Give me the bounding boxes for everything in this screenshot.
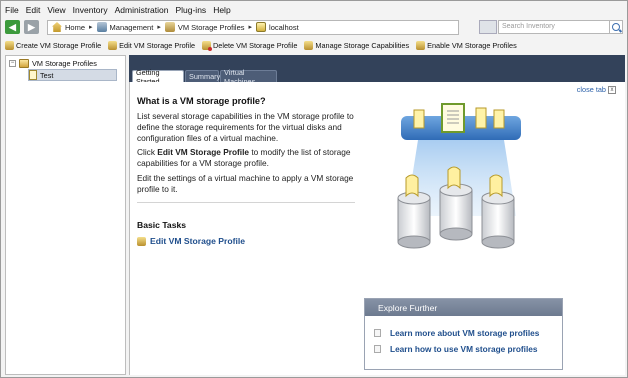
breadcrumb-localhost[interactable]: localhost <box>256 22 299 32</box>
explore-further-panel: Explore Further Learn more about VM stor… <box>364 298 563 370</box>
menu-plugins[interactable]: Plug-ins <box>175 5 206 15</box>
manage-capabilities-icon <box>304 40 314 50</box>
divider <box>137 202 355 203</box>
description-paragraph: List several storage capabilities in the… <box>137 111 354 143</box>
paragraph-bold-text: Edit VM Storage Profile <box>157 147 250 157</box>
create-profile-button[interactable]: Create VM Storage Profile <box>5 40 102 50</box>
management-icon <box>96 22 107 32</box>
search-scope-dropdown[interactable] <box>479 20 497 34</box>
breadcrumb-management[interactable]: Management <box>96 22 154 32</box>
learn-more-link[interactable]: Learn more about VM storage profiles <box>374 328 539 338</box>
tab-summary[interactable]: Summary <box>185 70 220 82</box>
collapse-toggle-icon[interactable]: − <box>9 60 16 67</box>
back-arrow-icon: ◀ <box>9 21 16 32</box>
task-label: Edit VM Storage Profile <box>150 236 246 246</box>
storage-profiles-icon <box>164 22 175 32</box>
link-label: Learn more about VM storage profiles <box>390 328 540 338</box>
learn-how-link[interactable]: Learn how to use VM storage profiles <box>374 344 538 354</box>
edit-profile-icon <box>108 40 118 50</box>
close-tab-label: close tab <box>576 85 606 94</box>
enable-profiles-button[interactable]: Enable VM Storage Profiles <box>416 40 517 50</box>
breadcrumb-label: localhost <box>269 22 299 32</box>
back-button[interactable]: ◀ <box>5 20 20 34</box>
menu-bar: File Edit View Inventory Administration … <box>5 3 231 17</box>
toolbar-label: Enable VM Storage Profiles <box>427 40 517 50</box>
edit-profile-icon <box>137 236 146 246</box>
menu-administration[interactable]: Administration <box>115 5 169 15</box>
inventory-tree: − VM Storage Profiles Test <box>5 55 126 375</box>
breadcrumb: Home ▸ Management ▸ VM Storage Profiles … <box>47 19 459 35</box>
search-input[interactable]: Search Inventory <box>498 20 610 34</box>
home-icon <box>52 22 62 32</box>
search-icon[interactable] <box>609 20 623 34</box>
breadcrumb-label: VM Storage Profiles <box>177 22 245 32</box>
menu-file[interactable]: File <box>5 5 19 15</box>
host-icon <box>256 22 267 32</box>
tree-item-label: VM Storage Profiles <box>32 59 97 68</box>
paragraph-text: Click <box>137 147 158 157</box>
link-label: Learn how to use VM storage profiles <box>390 344 538 354</box>
tab-bar: Getting Started Summary Virtual Machines <box>129 55 625 86</box>
tab-getting-started[interactable]: Getting Started <box>132 68 184 86</box>
enable-profiles-icon <box>416 40 426 50</box>
forward-button[interactable]: ▶ <box>24 20 39 34</box>
toolbar-label: Delete VM Storage Profile <box>213 40 298 50</box>
tree-item-test[interactable]: Test <box>28 69 118 81</box>
storage-profile-illustration <box>397 103 521 249</box>
vsphere-client-window: File Edit View Inventory Administration … <box>0 0 628 378</box>
toolbar-label: Edit VM Storage Profile <box>119 40 196 50</box>
toolbar-label: Create VM Storage Profile <box>16 40 102 50</box>
close-tab-link[interactable]: close tab x <box>577 85 616 94</box>
getting-started-panel: close tab x What is a VM storage profile… <box>129 82 625 375</box>
basic-tasks-heading: Basic Tasks <box>137 220 187 230</box>
document-icon <box>374 329 381 337</box>
edit-instruction-paragraph: Click Edit VM Storage Profile to modify … <box>137 147 359 169</box>
toolbar: Create VM Storage Profile Edit VM Storag… <box>5 38 517 52</box>
delete-profile-icon <box>202 40 213 51</box>
breadcrumb-home[interactable]: Home <box>52 22 85 32</box>
breadcrumb-storage-profiles[interactable]: VM Storage Profiles <box>164 22 245 32</box>
create-profile-icon <box>5 40 14 50</box>
breadcrumb-label: Management <box>109 22 154 32</box>
breadcrumb-separator-icon: ▸ <box>157 24 161 31</box>
edit-profile-task-link[interactable]: Edit VM Storage Profile <box>137 236 245 246</box>
breadcrumb-label: Home <box>65 22 86 32</box>
forward-arrow-icon: ▶ <box>28 21 35 32</box>
menu-inventory[interactable]: Inventory <box>73 5 108 15</box>
tab-virtual-machines[interactable]: Virtual Machines <box>220 68 277 86</box>
document-icon <box>374 345 381 353</box>
manage-capabilities-button[interactable]: Manage Storage Capabilities <box>304 40 410 50</box>
delete-profile-button[interactable]: Delete VM Storage Profile <box>202 40 298 51</box>
apply-instruction-paragraph: Edit the settings of a virtual machine t… <box>137 173 354 194</box>
menu-help[interactable]: Help <box>213 5 230 15</box>
tree-item-vm-storage-profiles[interactable]: − VM Storage Profiles <box>9 59 97 68</box>
explore-further-heading: Explore Further <box>365 299 562 316</box>
tree-item-label: Test <box>40 70 54 80</box>
storage-profile-icon <box>29 70 37 80</box>
page-title: What is a VM storage profile? <box>137 96 266 106</box>
folder-icon <box>19 59 29 68</box>
menu-view[interactable]: View <box>47 5 65 15</box>
toolbar-label: Manage Storage Capabilities <box>315 40 410 50</box>
close-icon: x <box>608 85 616 94</box>
edit-profile-button[interactable]: Edit VM Storage Profile <box>108 40 196 50</box>
menu-edit[interactable]: Edit <box>26 5 41 15</box>
breadcrumb-separator-icon: ▸ <box>89 24 93 31</box>
breadcrumb-separator-icon: ▸ <box>248 24 253 31</box>
